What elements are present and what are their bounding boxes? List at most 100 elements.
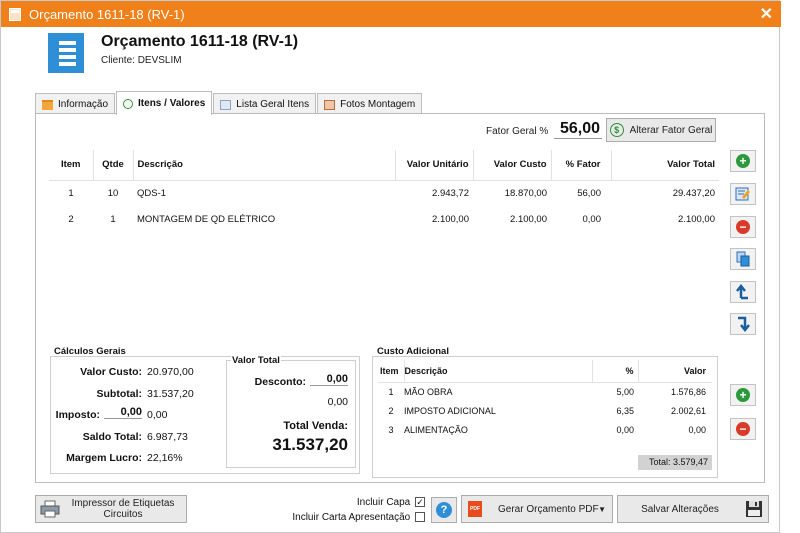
remove-item-button[interactable]: − — [730, 216, 756, 238]
money-icon — [123, 98, 134, 109]
remove-custo-button[interactable]: − — [730, 418, 756, 440]
duplicate-item-button[interactable] — [730, 248, 756, 270]
title-bar: Orçamento 1611-18 (RV-1) ✕ — [1, 1, 781, 27]
valor-total-title: Valor Total — [231, 355, 281, 366]
subtotal-label: Subtotal: — [96, 388, 143, 400]
add-item-button[interactable]: + — [730, 150, 756, 172]
cell-qtde: 10 — [107, 187, 119, 199]
desconto-label: Desconto: — [254, 376, 306, 388]
table-row[interactable]: 3 ALIMENTAÇÃO 0,00 0,00 — [378, 420, 712, 439]
cell-valor-total: 2.100,00 — [678, 213, 715, 225]
fator-geral-input[interactable]: 56,00 — [554, 120, 602, 139]
valor-custo-label: Valor Custo: — [80, 366, 142, 378]
print-labels-line2: Circuitos — [103, 509, 143, 520]
help-button[interactable]: ? — [431, 497, 457, 523]
col-fator[interactable]: % Fator — [551, 150, 612, 181]
photo-icon — [324, 99, 336, 110]
table-row[interactable]: 2 1 MONTAGEM DE QD ELÉTRICO 2.100,00 2.1… — [49, 206, 719, 232]
print-labels-line1: Impressor de Etiquetas — [71, 498, 175, 509]
gerar-pdf-label: Gerar Orçamento PDF — [498, 503, 599, 515]
close-icon[interactable]: ✕ — [760, 4, 773, 24]
cell-item: 1 — [68, 187, 74, 199]
col-item[interactable]: Item — [49, 150, 94, 181]
move-up-button[interactable] — [730, 281, 756, 303]
ca-col-item[interactable]: Item — [378, 360, 405, 383]
tab-bar: Informação Itens / Valores Lista Geral I… — [35, 91, 423, 115]
incluir-carta-row[interactable]: Incluir Carta Apresentação — [281, 512, 425, 523]
ca-cell-item: 2 — [388, 405, 394, 416]
tab-label: Itens / Valores — [138, 98, 206, 109]
client-label: Cliente: — [101, 55, 135, 66]
printer-icon — [40, 500, 60, 518]
document-list-icon — [48, 33, 84, 73]
pdf-icon: PDF — [468, 501, 482, 517]
client-name: DEVSLIM — [137, 55, 182, 66]
desconto-value: 0,00 — [327, 396, 348, 408]
floppy-disk-icon — [746, 501, 762, 517]
ca-cell-pct: 5,00 — [616, 386, 634, 397]
cell-descricao: QDS-1 — [137, 187, 167, 199]
tab-label: Informação — [58, 99, 109, 110]
list-icon — [220, 99, 232, 110]
arrow-up-icon — [736, 284, 748, 300]
chevron-down-icon[interactable]: ▼ — [598, 505, 606, 514]
saldo-total-label: Saldo Total: — [82, 431, 142, 443]
saldo-total-value: 6.987,73 — [147, 431, 188, 443]
ca-cell-pct: 6,35 — [616, 405, 634, 416]
folder-icon — [42, 99, 53, 110]
tab-lista-geral-itens[interactable]: Lista Geral Itens — [213, 93, 317, 115]
col-descricao[interactable]: Descrição — [133, 150, 396, 181]
table-row[interactable]: 2 IMPOSTO ADICIONAL 6,35 2.002,61 — [378, 401, 712, 420]
incluir-carta-checkbox[interactable] — [415, 512, 425, 523]
imposto-input[interactable]: 0,00 — [104, 406, 142, 419]
incluir-capa-checkbox[interactable]: ✓ — [415, 497, 425, 508]
incluir-capa-row[interactable]: Incluir Capa ✓ — [301, 497, 425, 508]
tab-fotos-montagem[interactable]: Fotos Montagem — [317, 93, 423, 115]
minus-icon: − — [736, 220, 750, 234]
ca-cell-pct: 0,00 — [616, 424, 634, 435]
imposto-label: Imposto: — [55, 409, 100, 421]
items-grid: Item Qtde Descrição Valor Unitário Valor… — [49, 150, 719, 232]
margem-lucro-value: 22,16% — [147, 452, 183, 464]
col-valor-custo[interactable]: Valor Custo — [473, 150, 552, 181]
ca-cell-descricao: ALIMENTAÇÃO — [404, 424, 468, 435]
move-down-button[interactable] — [730, 313, 756, 335]
help-icon: ? — [436, 502, 452, 518]
cell-valor-total: 29.437,20 — [672, 187, 715, 199]
cell-valor-unitario: 2.943,72 — [432, 187, 469, 199]
ca-col-pct[interactable]: % — [592, 360, 639, 383]
ca-cell-descricao: MÃO OBRA — [404, 386, 453, 397]
ca-cell-valor: 2.002,61 — [670, 405, 706, 416]
minus-icon: − — [736, 422, 750, 436]
custo-adicional-grid: Item Descrição % Valor 1 MÃO OBRA 5,00 1… — [378, 360, 712, 439]
items-header-row: Item Qtde Descrição Valor Unitário Valor… — [49, 150, 719, 181]
table-row[interactable]: 1 MÃO OBRA 5,00 1.576,86 — [378, 382, 712, 401]
alterar-fator-button[interactable]: $ Alterar Fator Geral — [606, 118, 716, 142]
tab-label: Fotos Montagem — [340, 99, 416, 110]
ca-cell-valor: 1.576,86 — [670, 386, 706, 397]
gerar-pdf-button[interactable]: PDF Gerar Orçamento PDF ▼ — [461, 495, 613, 523]
money-icon: $ — [609, 123, 624, 137]
ca-col-descricao[interactable]: Descrição — [404, 360, 593, 383]
desconto-input[interactable]: 0,00 — [310, 373, 348, 386]
header: Orçamento 1611-18 (RV-1) Cliente: DEVSLI… — [1, 27, 781, 87]
col-valor-total[interactable]: Valor Total — [611, 150, 719, 181]
edit-item-button[interactable] — [730, 183, 756, 205]
print-labels-text: Impressor de Etiquetas Circuitos — [60, 498, 186, 520]
ca-cell-item: 1 — [388, 386, 394, 397]
table-row[interactable]: 1 10 QDS-1 2.943,72 18.870,00 56,00 29.4… — [49, 180, 719, 206]
imposto-value: 0,00 — [147, 409, 168, 421]
budget-window: Orçamento 1611-18 (RV-1) ✕ Orçamento 161… — [0, 0, 781, 533]
print-labels-button[interactable]: Impressor de Etiquetas Circuitos — [35, 495, 187, 523]
cell-descricao: MONTAGEM DE QD ELÉTRICO — [137, 213, 276, 225]
save-button[interactable]: Salvar Alterações — [617, 495, 769, 523]
app-icon — [9, 7, 21, 21]
col-valor-unitario[interactable]: Valor Unitário — [395, 150, 474, 181]
tab-informacao[interactable]: Informação — [35, 93, 116, 115]
tab-itens-valores[interactable]: Itens / Valores — [116, 91, 213, 115]
add-custo-button[interactable]: + — [730, 384, 756, 406]
col-qtde[interactable]: Qtde — [93, 150, 134, 181]
cell-fator: 56,00 — [577, 187, 601, 199]
page-title: Orçamento 1611-18 (RV-1) — [101, 33, 299, 50]
ca-col-valor[interactable]: Valor — [638, 360, 712, 383]
